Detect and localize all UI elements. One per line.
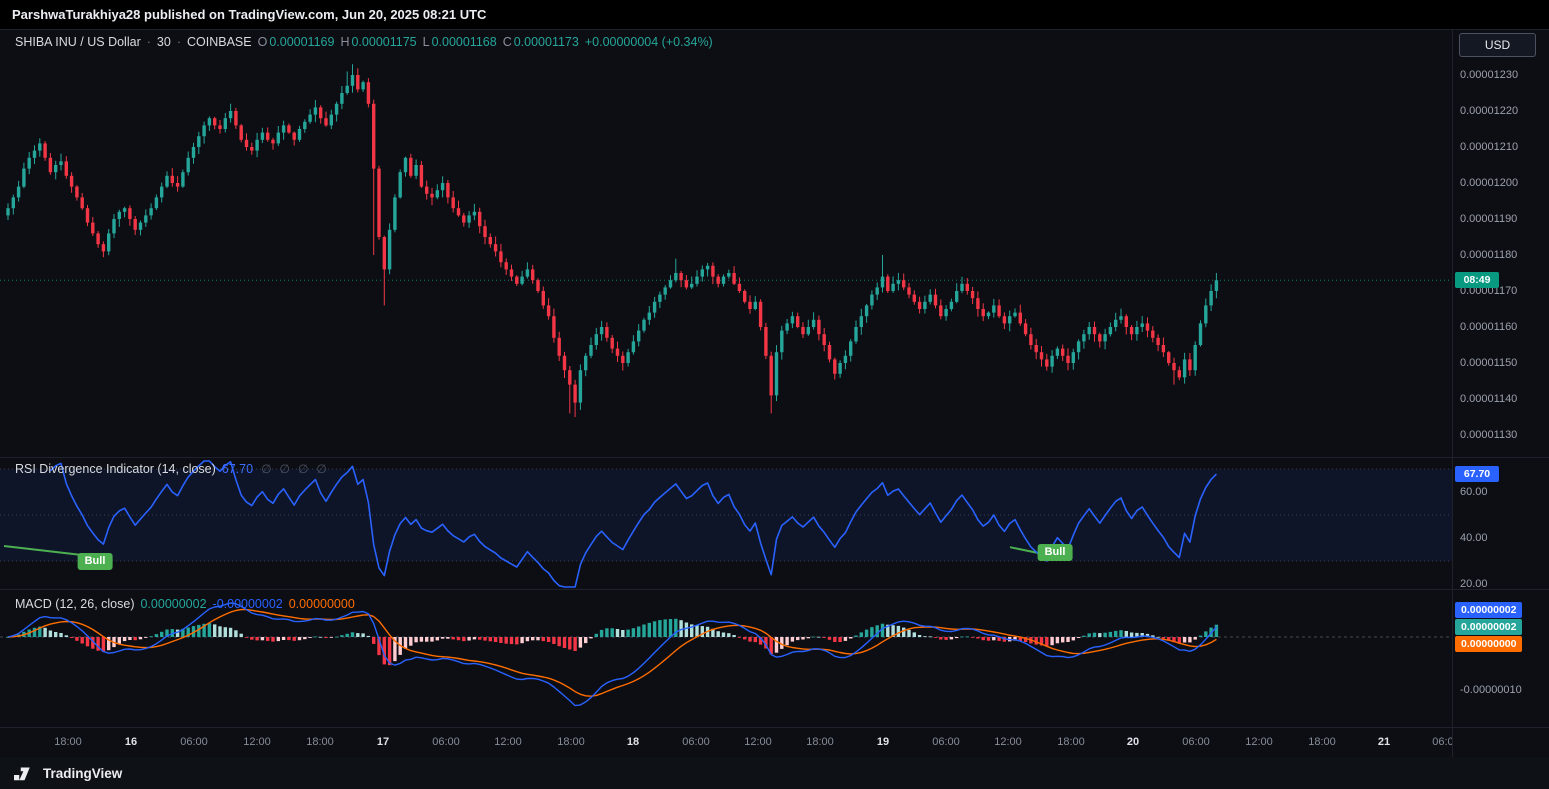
price-scale-tick: 0.00001220 [1460, 105, 1518, 117]
pane-separator[interactable] [0, 589, 1549, 590]
macd-value-badge: 0.00000000 [1455, 636, 1522, 652]
tradingview-snapshot: ParshwaTurakhiya28 published on TradingV… [0, 0, 1549, 789]
open-value: 0.00001169 [269, 35, 334, 49]
macd-scale-tick: -0.00000010 [1460, 684, 1522, 696]
settings-icon[interactable]: ∅ [280, 462, 290, 476]
time-axis-label: 12:00 [494, 736, 522, 748]
price-scale-tick: 0.00001130 [1460, 429, 1517, 441]
tradingview-brand-text[interactable]: TradingView [43, 766, 122, 781]
publish-info-text: published on TradingView.com, Jun 20, 20… [140, 7, 486, 22]
rsi-value: 67.70 [222, 462, 253, 476]
time-axis-label: 21 [1378, 736, 1390, 748]
time-axis-label: 17 [377, 736, 389, 748]
delete-icon[interactable]: ∅ [298, 462, 308, 476]
bull-marker: Bull [78, 553, 113, 570]
rsi-scale-tick: 40.00 [1460, 532, 1488, 544]
time-axis-label: 12:00 [744, 736, 772, 748]
macd-signal-value: 0.00000000 [289, 597, 355, 611]
time-axis-label: 12:00 [243, 736, 271, 748]
price-scale-tick: 0.00001160 [1460, 321, 1517, 333]
macd-legend[interactable]: MACD (12, 26, close) 0.00000002 -0.00000… [15, 597, 355, 611]
price-legend[interactable]: SHIBA INU / US Dollar · 30 · COINBASE O0… [15, 35, 713, 49]
time-axis-label: 16 [125, 736, 137, 748]
currency-toggle-button[interactable]: USD [1459, 33, 1536, 57]
tradingview-logo-icon[interactable] [14, 766, 35, 781]
time-axis-label: 18:00 [306, 736, 334, 748]
low-label: L [423, 35, 430, 49]
low-pair: L0.00001168 [423, 35, 497, 49]
rsi-value-badge: 67.70 [1455, 466, 1499, 482]
time-axis-label: 18:00 [1057, 736, 1085, 748]
rsi-scale-tick: 20.00 [1460, 578, 1488, 590]
macd-hist-value: 0.00000002 [140, 597, 206, 611]
time-axis-label: 18:00 [806, 736, 834, 748]
countdown-badge: 08:49 [1455, 272, 1499, 288]
legend-separator: · [147, 35, 151, 49]
time-axis-label: 19 [877, 736, 889, 748]
high-value: 0.00001175 [351, 35, 416, 49]
exchange-label[interactable]: COINBASE [187, 35, 252, 49]
legend-separator: · [177, 35, 181, 49]
time-axis-label: 20 [1127, 736, 1139, 748]
rsi-indicator-title[interactable]: RSI Divergence Indicator (14, close) [15, 462, 216, 476]
macd-value-badge: 0.00000002 [1455, 619, 1522, 635]
time-scale[interactable]: 18:00 16 06:00 12:00 18:00 17 06:00 12:00 18:00 1… [0, 727, 1452, 757]
time-axis-label: 18:00 [1308, 736, 1336, 748]
price-scale[interactable]: 0.00001230 0.00001220 0.00001210 0.00001200… [1452, 29, 1549, 757]
time-axis-label: 06:00 [1432, 736, 1452, 748]
time-axis-label: 06:00 [1182, 736, 1210, 748]
pane-separator [0, 29, 1549, 30]
time-axis-label: 18 [627, 736, 639, 748]
time-axis-label: 18:00 [557, 736, 585, 748]
publish-info-bar: ParshwaTurakhiya28 published on TradingV… [0, 0, 1549, 29]
price-scale-tick: 0.00001140 [1460, 393, 1517, 405]
macd-indicator-title[interactable]: MACD (12, 26, close) [15, 597, 134, 611]
time-axis-label: 06:00 [932, 736, 960, 748]
price-scale-tick: 0.00001150 [1460, 357, 1517, 369]
price-scale-tick: 0.00001230 [1460, 69, 1518, 81]
time-axis-label: 06:00 [180, 736, 208, 748]
publisher-username: ParshwaTurakhiya28 [12, 7, 140, 22]
pane-separator [0, 727, 1549, 728]
price-chart-canvas[interactable] [0, 29, 1452, 458]
price-scale-tick: 0.00001190 [1460, 213, 1517, 225]
close-pair: C0.00001173 [503, 35, 579, 49]
more-options-icon[interactable]: ∅ [316, 462, 326, 476]
low-value: 0.00001168 [432, 35, 497, 49]
macd-value-badge: 0.00000002 [1455, 602, 1522, 618]
symbol-name[interactable]: SHIBA INU / US Dollar [15, 35, 141, 49]
close-label: C [503, 35, 512, 49]
rsi-pane-canvas[interactable] [0, 458, 1452, 590]
visibility-icon[interactable]: ∅ [261, 462, 271, 476]
high-label: H [340, 35, 349, 49]
price-scale-tick: 0.00001210 [1460, 141, 1518, 153]
time-axis-label: 06:00 [432, 736, 460, 748]
open-pair: O0.00001169 [258, 35, 335, 49]
interval-label[interactable]: 30 [157, 35, 171, 49]
footer-bar: TradingView [0, 757, 1549, 789]
open-label: O [258, 35, 268, 49]
rsi-scale-tick: 60.00 [1460, 486, 1488, 498]
bull-marker: Bull [1038, 544, 1073, 561]
macd-line-value: -0.00000002 [213, 597, 283, 611]
time-axis-label: 12:00 [994, 736, 1022, 748]
rsi-legend[interactable]: RSI Divergence Indicator (14, close) 67.… [15, 462, 327, 476]
price-scale-tick: 0.00001200 [1460, 177, 1518, 189]
close-value: 0.00001173 [514, 35, 579, 49]
change-value: +0.00000004 (+0.34%) [585, 35, 713, 49]
time-axis-label: 12:00 [1245, 736, 1273, 748]
time-axis-label: 18:00 [54, 736, 82, 748]
price-scale-tick: 0.00001180 [1460, 249, 1517, 261]
pane-separator[interactable] [0, 457, 1549, 458]
high-pair: H0.00001175 [340, 35, 416, 49]
time-axis-label: 06:00 [682, 736, 710, 748]
